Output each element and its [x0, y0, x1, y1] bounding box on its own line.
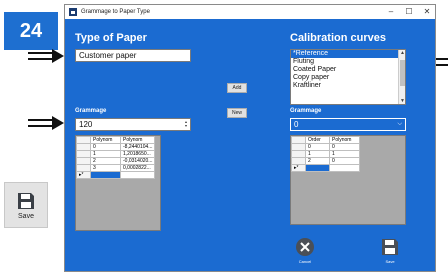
calibration-curves-list[interactable]: *Reference Fluting Coated Paper Copy pap… — [290, 49, 406, 105]
arrow-to-paper-name — [28, 49, 64, 63]
cancel-button[interactable]: Cancel — [295, 237, 315, 264]
stepper-arrows[interactable]: ▴ ▾ — [183, 120, 189, 129]
table-row[interactable]: 2 -0,0314020... — [76, 157, 156, 165]
chevron-down-icon: ⌵ — [397, 121, 402, 127]
right-grammage-label: Grammage — [290, 108, 322, 114]
table-row[interactable]: 0 0 — [291, 143, 360, 151]
save-label: Save — [385, 259, 395, 264]
new-row-marker: ▸* — [291, 164, 306, 172]
new-table-row[interactable]: ▸* — [291, 164, 360, 172]
screenshot-root: 24 Save Grammage to Paper Type – ☐ ✕ Typ… — [0, 0, 448, 272]
grammage-dropdown-value: 0 — [294, 120, 299, 129]
arrow-to-grammage — [28, 116, 64, 130]
list-item[interactable]: Fluting — [291, 58, 405, 66]
calibration-curves-heading: Calibration curves — [290, 32, 386, 44]
table-header: Polynom — [90, 136, 121, 144]
step-badge: 24 — [4, 12, 58, 50]
scroll-thumb[interactable] — [400, 60, 405, 86]
save-icon — [382, 239, 398, 255]
scroll-down-icon[interactable]: ▼ — [399, 98, 405, 104]
close-button[interactable]: ✕ — [419, 5, 435, 19]
table-header: Polynom — [329, 136, 360, 144]
save-button[interactable]: Save — [380, 237, 400, 264]
grammage-to-paper-type-window: Grammage to Paper Type – ☐ ✕ Type of Pap… — [64, 4, 436, 272]
add-button[interactable]: Add — [227, 83, 247, 93]
cancel-icon — [296, 238, 314, 256]
curves-scrollbar[interactable]: ▲ ▼ — [398, 50, 405, 104]
grammage-stepper[interactable]: 120 ▴ ▾ — [75, 118, 191, 131]
table-row[interactable]: 0 -8,2440104... — [76, 143, 156, 151]
list-item[interactable]: Coated Paper — [291, 66, 405, 74]
table-header: Polynom — [119, 136, 156, 144]
grammage-dropdown[interactable]: 0 ⌵ — [290, 118, 406, 131]
table-row[interactable]: 1 1 — [291, 150, 360, 158]
scroll-up-icon[interactable]: ▲ — [399, 50, 405, 56]
table-header: Order — [305, 136, 330, 144]
right-order-polynom-table: Order Polynom 0 0 1 1 2 0 ▸* — [290, 135, 406, 225]
new-table-row[interactable]: ▸* — [76, 171, 156, 179]
table-row[interactable]: 1 1,2018650... — [76, 150, 156, 158]
new-button[interactable]: New — [227, 108, 247, 118]
left-polynom-table: Polynom Polynom 0 -8,2440104... 1 1,2018… — [75, 135, 161, 231]
type-of-paper-heading: Type of Paper — [75, 32, 147, 44]
side-save-label: Save — [18, 212, 34, 220]
minimize-button[interactable]: – — [383, 5, 399, 19]
paper-name-input[interactable]: Customer paper — [75, 49, 191, 62]
side-save-button[interactable]: Save — [4, 182, 48, 228]
list-item[interactable]: Kraftliner — [291, 82, 405, 90]
app-icon — [69, 8, 77, 16]
grammage-label: Grammage — [75, 108, 107, 114]
list-item[interactable]: *Reference — [291, 50, 405, 58]
save-icon — [18, 192, 34, 209]
list-item[interactable]: Copy paper — [291, 74, 405, 82]
window-title: Grammage to Paper Type — [81, 9, 150, 15]
new-row-marker: ▸* — [76, 171, 91, 179]
maximize-button[interactable]: ☐ — [401, 5, 417, 19]
cancel-label: Cancel — [298, 259, 312, 264]
grammage-value: 120 — [79, 120, 93, 129]
table-row[interactable]: 3 0,0002822... — [76, 164, 156, 172]
table-row[interactable]: 2 0 — [291, 157, 360, 165]
title-bar: Grammage to Paper Type – ☐ ✕ — [65, 5, 435, 19]
